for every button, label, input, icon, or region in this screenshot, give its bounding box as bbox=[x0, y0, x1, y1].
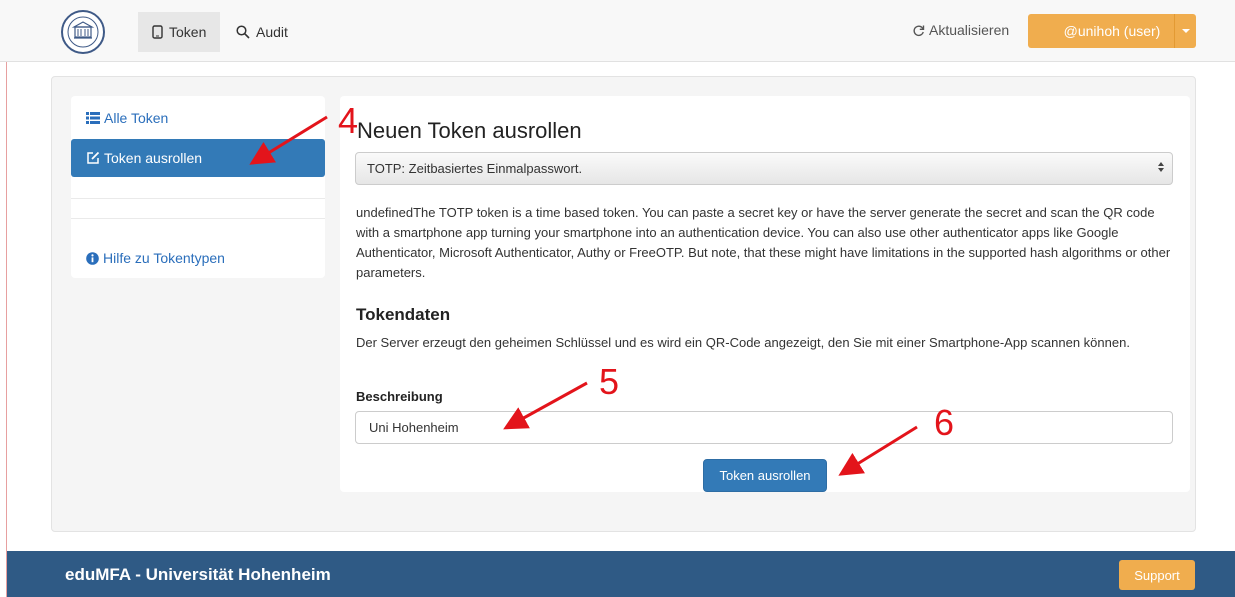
sidebar-item-all-tokens[interactable]: Alle Token bbox=[71, 106, 325, 130]
user-menu-button[interactable]: @unihoh (user) bbox=[1028, 14, 1174, 48]
search-icon bbox=[236, 25, 250, 39]
university-logo[interactable] bbox=[61, 10, 105, 54]
tab-token[interactable]: Token bbox=[138, 12, 221, 52]
tab-token-label: Token bbox=[169, 24, 207, 40]
page-title: Neuen Token ausrollen bbox=[357, 118, 582, 143]
page-edge-line bbox=[6, 0, 7, 597]
list-icon bbox=[86, 112, 100, 124]
token-type-selected: TOTP: Zeitbasiertes Einmalpasswort. bbox=[367, 161, 583, 176]
support-button[interactable]: Support bbox=[1119, 560, 1195, 590]
select-arrows-icon bbox=[1158, 162, 1164, 172]
sidebar: Alle Token Token ausrollen Hilfe zu Toke… bbox=[71, 96, 325, 278]
description-input[interactable] bbox=[355, 411, 1173, 444]
sidebar-divider bbox=[71, 218, 325, 219]
user-menu-caret[interactable] bbox=[1174, 14, 1196, 48]
sidebar-item-help-tokentypes[interactable]: Hilfe zu Tokentypen bbox=[71, 246, 325, 270]
footer-brand: eduMFA - Universität Hohenheim bbox=[65, 565, 331, 584]
mobile-icon bbox=[152, 25, 163, 39]
sidebar-divider bbox=[71, 198, 325, 199]
token-type-select[interactable]: TOTP: Zeitbasiertes Einmalpasswort. bbox=[355, 152, 1173, 185]
enroll-token-button[interactable]: Token ausrollen bbox=[703, 459, 827, 492]
edit-icon bbox=[86, 151, 100, 165]
token-description: undefinedThe TOTP token is a time based … bbox=[356, 205, 1171, 280]
annotation-number-5: 5 bbox=[599, 361, 620, 402]
tokendata-heading: Tokendaten bbox=[356, 305, 451, 324]
sidebar-item-label: Hilfe zu Tokentypen bbox=[103, 250, 225, 266]
tab-audit-label: Audit bbox=[256, 24, 288, 40]
tokendata-info: Der Server erzeugt den geheimen Schlüsse… bbox=[356, 335, 1130, 350]
sidebar-item-label: Alle Token bbox=[104, 110, 169, 126]
sidebar-item-enroll-token[interactable]: Token ausrollen bbox=[71, 139, 325, 177]
chevron-down-icon bbox=[1181, 29, 1190, 33]
sidebar-item-label: Token ausrollen bbox=[104, 150, 203, 166]
annotation-number-6: 6 bbox=[934, 402, 955, 443]
tab-audit[interactable]: Audit bbox=[222, 12, 302, 52]
info-circle-icon bbox=[86, 251, 99, 265]
top-navbar: Token Audit Aktualisieren @unihoh (user) bbox=[0, 0, 1235, 62]
refresh-button[interactable]: Aktualisieren bbox=[912, 22, 1009, 38]
refresh-icon bbox=[912, 24, 925, 37]
description-label: Beschreibung bbox=[356, 389, 443, 404]
refresh-label: Aktualisieren bbox=[929, 22, 1010, 38]
annotation-number-4: 4 bbox=[338, 100, 359, 141]
